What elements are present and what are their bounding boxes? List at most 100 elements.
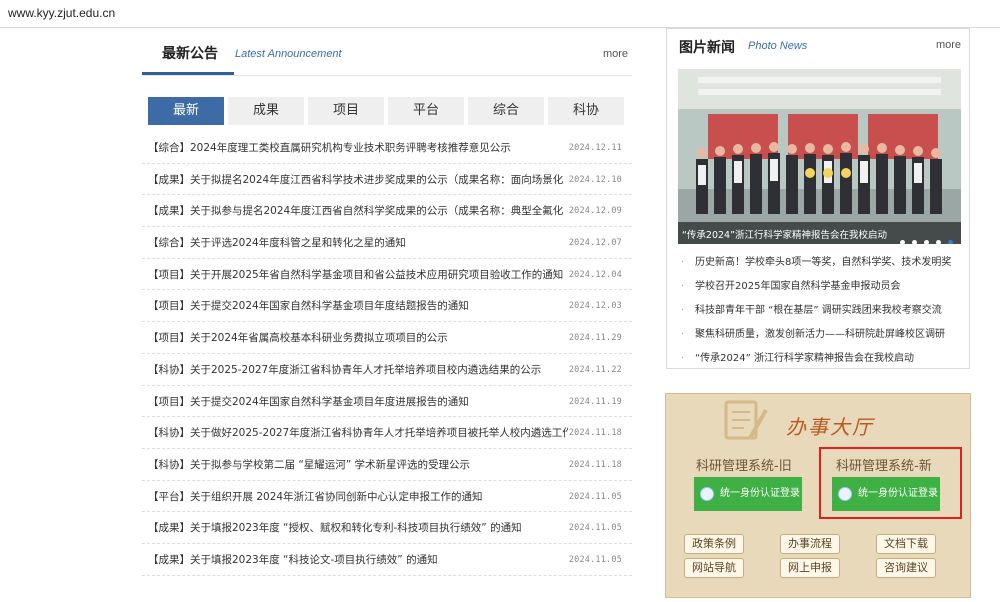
list-item[interactable]: 【成果】关于填报2023年度 “授权、赋权和转化专利-科技项目执行绩效” 的通知… — [142, 512, 632, 544]
news-item-text[interactable]: “传承2024” 浙江行科学家精神报告会在我校启动 — [695, 353, 914, 364]
item-title[interactable]: 【成果】关于拟参与提名2024年度江西省自然科学奖成果的公示（成果名称：典型全氟… — [148, 203, 568, 218]
item-title[interactable]: 【项目】关于提交2024年国家自然科学基金项目年度进展报告的通知 — [148, 394, 568, 409]
photo-news-more-link[interactable]: more — [936, 39, 961, 51]
url-text[interactable]: www.kyy.zjut.edu.cn — [8, 6, 115, 20]
bullet-icon: · — [681, 329, 685, 340]
document-icon — [724, 400, 768, 440]
tab-latest[interactable]: 最新 — [148, 97, 224, 125]
news-item-text[interactable]: 聚焦科研质量，激发创新活力——科研院赴屏峰校区调研 — [695, 329, 945, 340]
service-hall-panel: 办事大厅 科研管理系统-旧 科研管理系统-新 统一身份认证登录 统一身份认证登录… — [665, 393, 971, 598]
login-label: 统一身份认证登录 — [720, 488, 800, 499]
tab-achievements[interactable]: 成果 — [228, 97, 304, 125]
news-item-text[interactable]: 历史新高！学校牵头8项一等奖，自然科学奖、技术发明奖 — [695, 257, 951, 268]
slide-dot[interactable] — [911, 240, 917, 244]
old-system-login-button[interactable]: 统一身份认证登录 — [694, 477, 802, 511]
photo-news-panel: 图片新闻 Photo News more “传承2024”浙江行科学家精神报告会… — [666, 28, 970, 369]
item-date: 2024.12.03 — [568, 301, 622, 312]
announcement-header: 最新公告 Latest Announcement more — [142, 28, 632, 76]
photo-news-subtitle: Photo News — [748, 40, 808, 52]
list-item[interactable]: 【科协】关于拟参与学校第二届 “星耀运河” 学术新星评选的受理公示 2024.11… — [142, 449, 632, 481]
news-item-text[interactable]: 学校召开2025年国家自然科学基金申报动员会 — [695, 281, 900, 292]
tab-general[interactable]: 综合 — [468, 97, 544, 125]
item-title[interactable]: 【项目】关于2024年省属高校基本科研业务费拟立项项目的公示 — [148, 330, 568, 345]
item-title[interactable]: 【科协】关于拟参与学校第二届 “星耀运河” 学术新星评选的受理公示 — [148, 457, 568, 472]
announcement-tabs: 最新 成果 项目 平台 综合 科协 — [148, 97, 628, 125]
announcement-list: 【综合】2024年度理工类校直属研究机构专业技术职务评聘考核推荐意见公示 2024… — [142, 132, 632, 576]
list-item[interactable]: 【科协】关于做好2025-2027年度浙江省科协青年人才托举培养项目被托举人校内… — [142, 417, 632, 449]
item-title[interactable]: 【成果】关于填报2023年度 “科技论文-项目执行绩效” 的通知 — [148, 552, 568, 567]
feedback-link[interactable]: 咨询建议 — [876, 558, 936, 578]
announcement-subtitle: Latest Announcement — [235, 48, 342, 60]
item-date: 2024.11.05 — [568, 554, 622, 565]
bullet-icon: · — [681, 305, 685, 316]
item-title[interactable]: 【科协】关于做好2025-2027年度浙江省科协青年人才托举培养项目被托举人校内… — [148, 425, 568, 440]
slide-dot[interactable] — [935, 240, 941, 244]
list-item[interactable]: 【项目】关于提交2024年国家自然科学基金项目年度进展报告的通知 2024.11.… — [142, 386, 632, 418]
slide-caption[interactable]: “传承2024”浙江行科学家精神报告会在我校启动 — [682, 227, 887, 241]
item-title[interactable]: 【综合】2024年度理工类校直属研究机构专业技术职务评聘考核推荐意见公示 — [148, 140, 568, 155]
news-item[interactable]: · 聚焦科研质量，激发创新活力——科研院赴屏峰校区调研 — [681, 323, 969, 347]
list-item[interactable]: 【项目】关于提交2024年国家自然科学基金项目年度结题报告的通知 2024.12.… — [142, 290, 632, 323]
item-date: 2024.11.29 — [568, 333, 622, 344]
site-nav-link[interactable]: 网站导航 — [684, 558, 744, 578]
announcement-more-link[interactable]: more — [603, 48, 628, 60]
news-item[interactable]: · 历史新高！学校牵头8项一等奖，自然科学奖、技术发明奖 — [681, 251, 969, 275]
list-item[interactable]: 【平台】关于组织开展 2024年浙江省协同创新中心认定申报工作的通知 2024.1… — [142, 481, 632, 513]
news-item-text[interactable]: 科技部青年干部 “根在基层” 调研实践团来我校考察交流 — [695, 305, 942, 316]
slide-dot-active[interactable] — [948, 240, 953, 244]
item-title[interactable]: 【项目】关于提交2024年国家自然科学基金项目年度结题报告的通知 — [148, 298, 568, 313]
slide-caption-bar: “传承2024”浙江行科学家精神报告会在我校启动 — [678, 222, 961, 244]
bullet-icon: · — [681, 257, 685, 268]
tab-projects[interactable]: 项目 — [308, 97, 384, 125]
tab-platforms[interactable]: 平台 — [388, 97, 464, 125]
item-title[interactable]: 【综合】关于评选2024年度科管之星和转化之星的通知 — [148, 235, 568, 250]
process-link[interactable]: 办事流程 — [780, 534, 840, 554]
policy-link[interactable]: 政策条例 — [684, 534, 744, 554]
news-item[interactable]: · 科技部青年干部 “根在基层” 调研实践团来我校考察交流 — [681, 299, 969, 323]
title-underline — [142, 72, 234, 75]
item-title[interactable]: 【成果】关于拟提名2024年度江西省科学技术进步奖成果的公示（成果名称：面向场景… — [148, 172, 568, 187]
item-date: 2024.12.09 — [568, 206, 622, 217]
list-item[interactable]: 【综合】关于评选2024年度科管之星和转化之星的通知 2024.12.07 — [142, 227, 632, 259]
item-title[interactable]: 【成果】关于填报2023年度 “授权、赋权和转化专利-科技项目执行绩效” 的通知 — [148, 520, 568, 535]
list-item[interactable]: 【综合】2024年度理工类校直属研究机构专业技术职务评聘考核推荐意见公示 2024… — [142, 132, 632, 164]
item-title[interactable]: 【科协】关于2025-2027年度浙江省科协青年人才托举培养项目校内遴选结果的公… — [148, 362, 568, 377]
group-photo-image — [678, 69, 961, 244]
list-item[interactable]: 【成果】关于拟参与提名2024年度江西省自然科学奖成果的公示（成果名称：典型全氟… — [142, 195, 632, 228]
slide-dot[interactable] — [899, 240, 905, 244]
online-apply-link[interactable]: 网上申报 — [780, 558, 840, 578]
sso-logo-icon — [700, 487, 714, 501]
item-date: 2024.11.05 — [568, 523, 622, 534]
photo-slideshow[interactable]: “传承2024”浙江行科学家精神报告会在我校启动 — [678, 69, 961, 244]
slide-dot[interactable] — [923, 240, 929, 244]
list-item[interactable]: 【成果】关于填报2023年度 “科技论文-项目执行绩效” 的通知 2024.11.… — [142, 544, 632, 576]
old-system-title: 科研管理系统-旧 — [696, 459, 792, 474]
item-date: 2024.12.04 — [568, 269, 622, 280]
list-item[interactable]: 【科协】关于2025-2027年度浙江省科协青年人才托举培养项目校内遴选结果的公… — [142, 354, 632, 386]
announcement-title: 最新公告 — [162, 46, 218, 62]
item-date: 2024.12.10 — [568, 174, 622, 185]
address-bar[interactable]: www.kyy.zjut.edu.cn — [0, 0, 1000, 28]
bullet-icon: · — [681, 353, 685, 364]
item-title[interactable]: 【项目】关于开展2025年省自然科学基金项目和省公益技术应用研究项目验收工作的通… — [148, 267, 568, 282]
news-item[interactable]: · “传承2024” 浙江行科学家精神报告会在我校启动 — [681, 347, 969, 371]
login-label: 统一身份认证登录 — [858, 488, 938, 499]
download-link[interactable]: 文档下载 — [876, 534, 936, 554]
photo-news-title: 图片新闻 — [679, 40, 735, 56]
list-item[interactable]: 【项目】关于开展2025年省自然科学基金项目和省公益技术应用研究项目验收工作的通… — [142, 259, 632, 291]
list-item[interactable]: 【成果】关于拟提名2024年度江西省科学技术进步奖成果的公示（成果名称：面向场景… — [142, 164, 632, 196]
tab-association[interactable]: 科协 — [548, 97, 624, 125]
item-title[interactable]: 【平台】关于组织开展 2024年浙江省协同创新中心认定申报工作的通知 — [148, 489, 568, 504]
new-system-login-button[interactable]: 统一身份认证登录 — [832, 477, 940, 511]
photo-news-list: · 历史新高！学校牵头8项一等奖，自然科学奖、技术发明奖 · 学校召开2025年国家… — [681, 251, 969, 371]
sso-logo-icon — [838, 487, 852, 501]
news-item[interactable]: · 学校召开2025年国家自然科学基金申报动员会 — [681, 275, 969, 299]
item-date: 2024.12.11 — [568, 143, 622, 153]
item-date: 2024.11.19 — [568, 396, 622, 407]
item-date: 2024.11.05 — [568, 491, 622, 502]
item-date: 2024.11.22 — [568, 364, 622, 375]
list-item[interactable]: 【项目】关于2024年省属高校基本科研业务费拟立项项目的公示 2024.11.29 — [142, 322, 632, 354]
slide-dots — [898, 230, 953, 244]
item-date: 2024.11.18 — [568, 459, 622, 470]
service-hall-title: 办事大厅 — [786, 415, 874, 439]
